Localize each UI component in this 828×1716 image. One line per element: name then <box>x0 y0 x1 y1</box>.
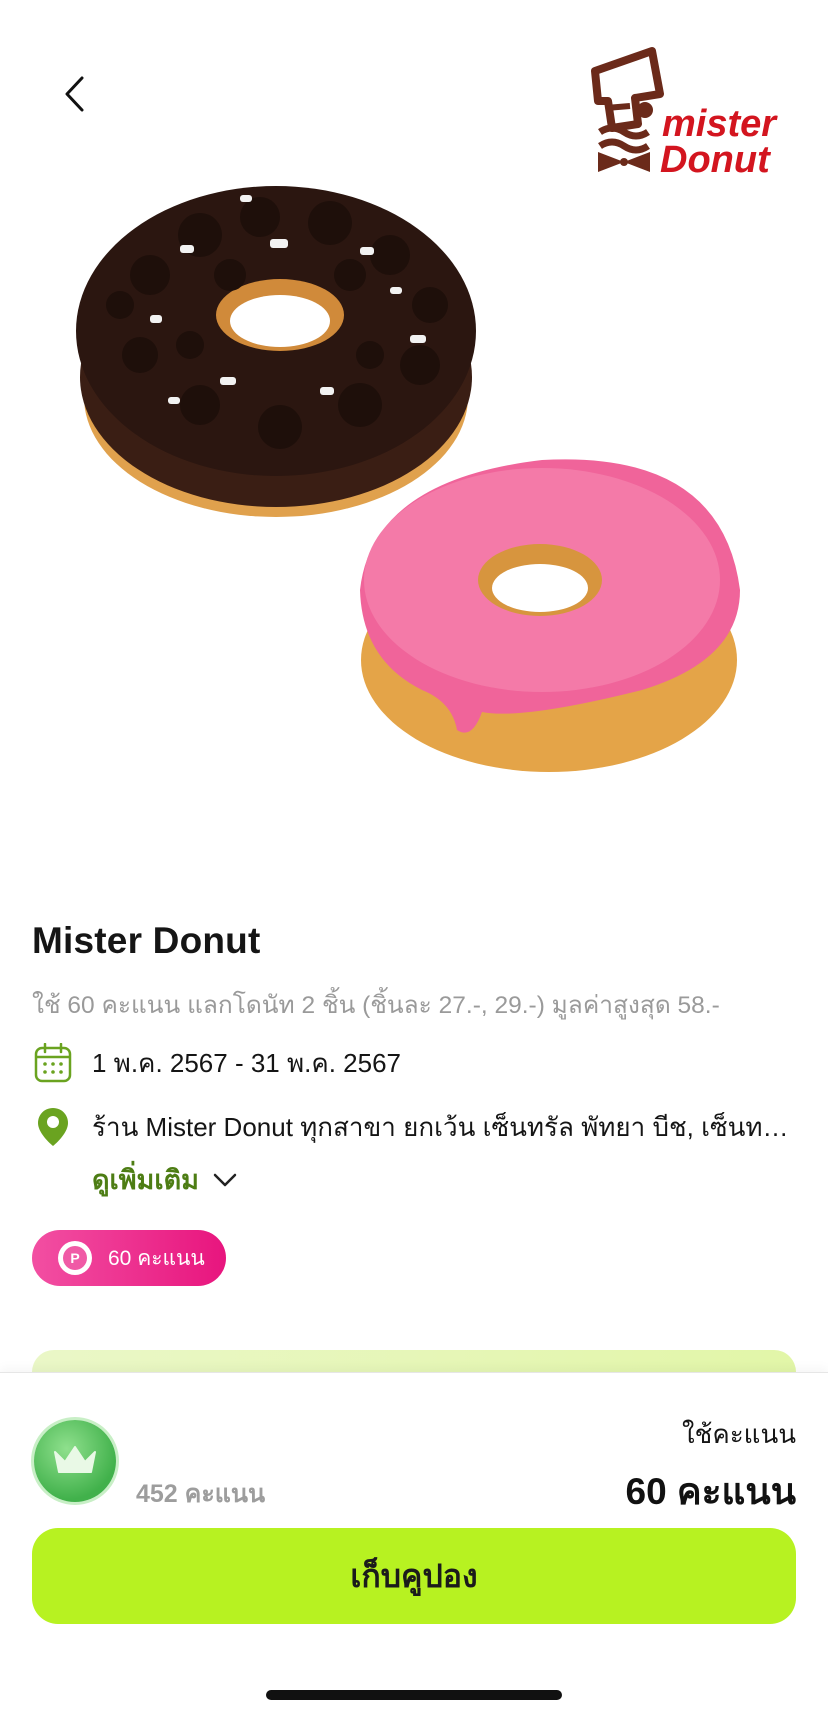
back-button[interactable] <box>52 66 96 122</box>
calendar-icon <box>32 1042 74 1084</box>
collect-coupon-button[interactable]: เก็บคูปอง <box>32 1528 796 1624</box>
chevron-down-icon <box>213 1173 237 1186</box>
logo-word-donut: Donut <box>660 139 771 181</box>
use-points-value: 60 คะแนน <box>625 1471 797 1512</box>
offer-description: ใช้ 60 คะแนน แลกโดนัท 2 ชิ้น (ชิ้นละ 27.… <box>32 992 720 1019</box>
offer-title: Mister Donut <box>32 920 261 961</box>
pink-glazed-donut-image <box>360 459 740 772</box>
chevron-left-icon <box>65 76 84 112</box>
home-indicator <box>266 1690 562 1700</box>
hero-image-area: mister Donut <box>0 0 828 880</box>
mister-donut-logo: mister Donut <box>590 46 812 186</box>
points-cost-text: 60 คะแนน <box>108 1246 205 1270</box>
points-coin-icon: P <box>58 1241 92 1275</box>
points-cost-badge: P 60 คะแนน <box>32 1230 226 1286</box>
location-pin-icon <box>32 1106 74 1148</box>
use-points-label: ใช้คะแนน <box>681 1419 796 1449</box>
date-range-text: 1 พ.ค. 2567 - 31 พ.ค. 2567 <box>92 1047 402 1078</box>
date-range-row: 1 พ.ค. 2567 - 31 พ.ค. 2567 <box>32 1042 401 1084</box>
location-row: ร้าน Mister Donut ทุกสาขา ยกเว้น เซ็นทรั… <box>32 1106 792 1148</box>
user-points-balance: 452 คะแนน <box>136 1480 266 1508</box>
points-coin-letter: P <box>63 1246 87 1270</box>
see-more-link[interactable]: ดูเพิ่มเติม <box>92 1158 237 1201</box>
user-avatar <box>34 1420 116 1502</box>
see-more-label: ดูเพิ่มเติม <box>92 1165 199 1195</box>
crown-icon <box>54 1446 96 1473</box>
location-text: ร้าน Mister Donut ทุกสาขา ยกเว้น เซ็นทรั… <box>92 1111 792 1142</box>
